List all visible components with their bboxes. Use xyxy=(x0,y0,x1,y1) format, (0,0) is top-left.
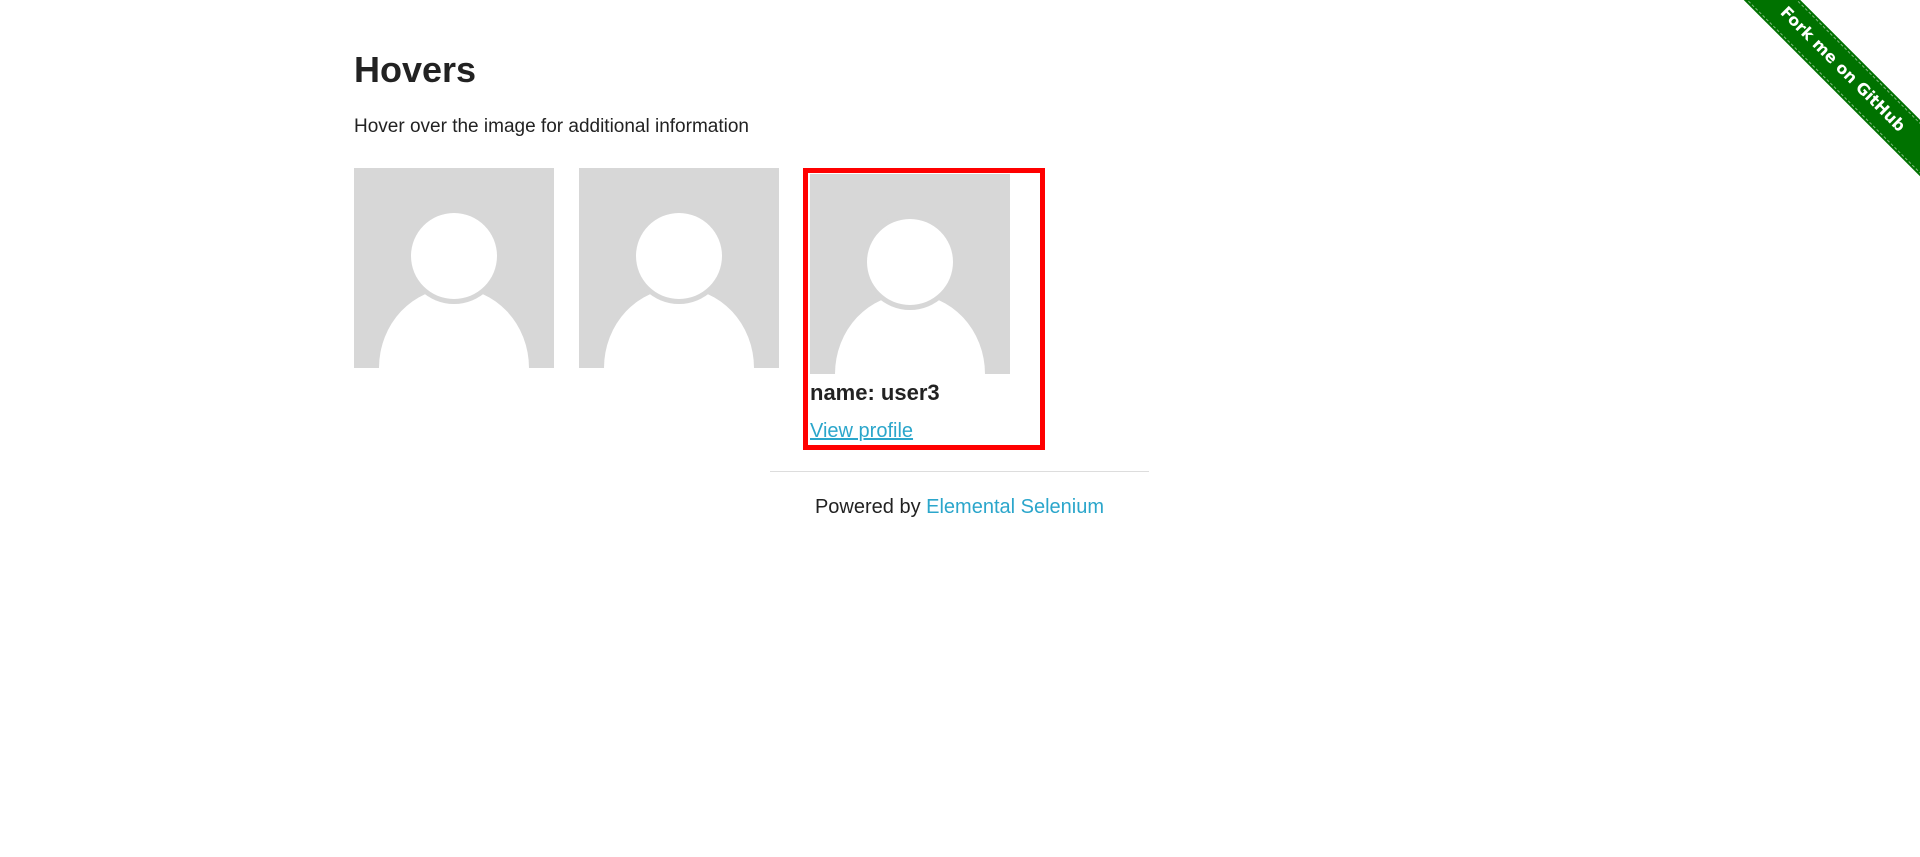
user-caption-name: name: user3 xyxy=(810,380,940,405)
footer: Powered by Elemental Selenium xyxy=(770,495,1149,519)
footer-divider xyxy=(770,471,1149,472)
user-figure-2[interactable] xyxy=(579,168,779,368)
page-subtitle: Hover over the image for additional info… xyxy=(354,116,749,137)
page-title: Hovers xyxy=(354,49,477,90)
footer-prefix: Powered by xyxy=(814,496,927,518)
github-ribbon: Fork me on GitHub xyxy=(1740,0,1920,180)
user-figure-1[interactable] xyxy=(354,168,554,368)
view-profile-link[interactable]: View profile xyxy=(810,419,913,443)
user-avatar-icon xyxy=(354,168,554,368)
elemental-selenium-link[interactable]: Elemental Selenium xyxy=(926,496,1104,518)
user-avatar-icon xyxy=(579,168,779,368)
user-figure-3[interactable] xyxy=(810,174,1010,374)
fork-me-github-link[interactable]: Fork me on GitHub xyxy=(1740,0,1920,175)
user-avatar-icon xyxy=(810,174,1010,374)
